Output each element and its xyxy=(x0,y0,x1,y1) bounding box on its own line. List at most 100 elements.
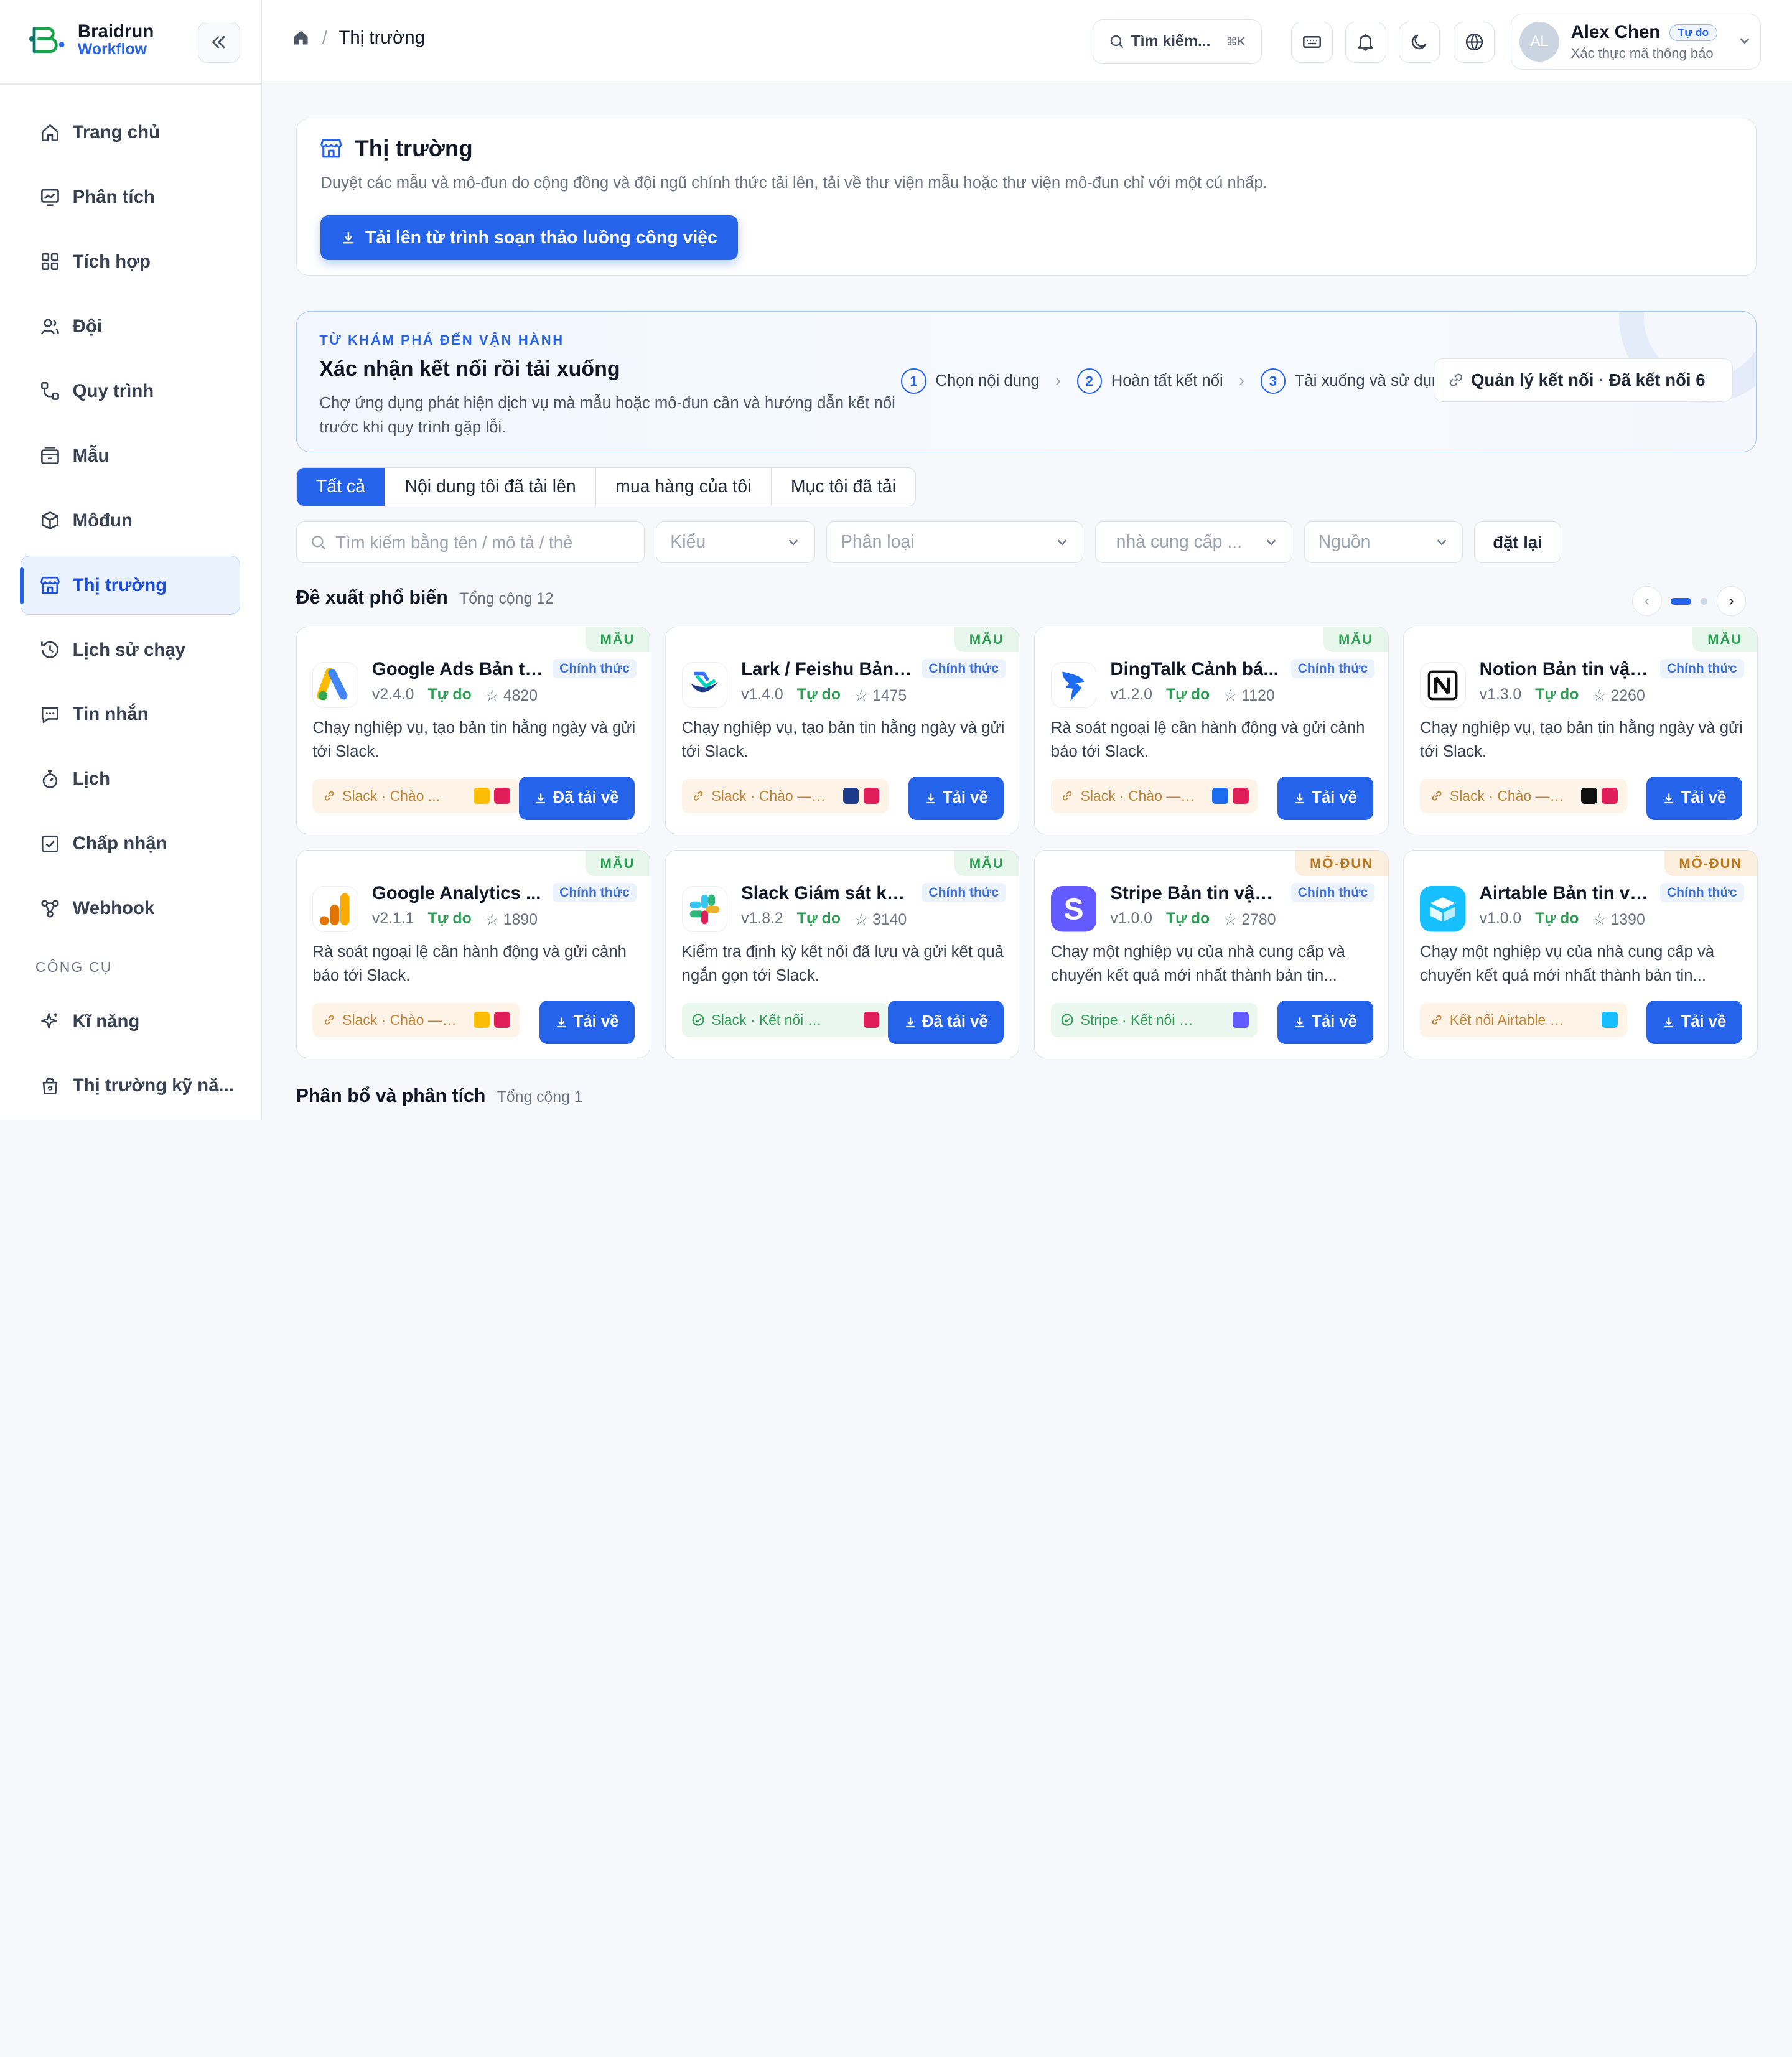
official-badge: Chính thức xyxy=(1290,882,1375,903)
marketplace-card[interactable]: MẪU Google Analytics ... Chính thức v2.1… xyxy=(296,850,651,1058)
sidebar-nav: Trang chủ Phân tích Tích hợp Đội Quy trì… xyxy=(20,103,240,1120)
discovery-flow-banner: TỪ KHÁM PHÁ ĐẾN VẬN HÀNH Xác nhận kết nố… xyxy=(296,310,1757,453)
star-icon: ☆ xyxy=(1223,911,1238,928)
sidebar-item-marketplace[interactable]: Thị trường xyxy=(20,555,240,615)
manage-connections-button[interactable]: Quản lý kết nối · Đã kết nối 6 xyxy=(1434,358,1734,402)
card-connection-status[interactable]: Kết nối Airtable trước xyxy=(1420,1002,1627,1037)
sidebar-item-skill-marketplace[interactable]: Thị trường kỹ nă... xyxy=(21,1056,240,1116)
tab-all[interactable]: Tất cả xyxy=(296,468,386,506)
link-icon xyxy=(324,791,334,801)
home-icon xyxy=(42,124,59,141)
chevron-down-icon xyxy=(1740,38,1749,44)
sidebar-item-label: Đội xyxy=(72,315,102,337)
card-connection-status[interactable]: Slack · Kết nối đã ... xyxy=(681,1002,889,1037)
card-meta: v1.0.0 Tự do ☆ 1390 xyxy=(1480,910,1645,929)
sidebar-item-run-history[interactable]: Lịch sử chạy xyxy=(21,620,240,680)
card-download-button[interactable]: Đã tải về xyxy=(518,777,635,820)
global-search-button[interactable]: Tìm kiếm... ⌘K xyxy=(1092,19,1262,64)
sidebar-item-schedule[interactable]: Lịch xyxy=(21,750,240,809)
upload-from-editor-button[interactable]: Tải lên từ trình soạn thảo luồng công vi… xyxy=(320,215,738,260)
official-badge: Chính thức xyxy=(1290,658,1375,679)
card-connection-status[interactable]: Slack · Chào — K... xyxy=(1420,778,1627,813)
card-download-button[interactable]: Tải về xyxy=(908,777,1004,820)
official-badge: Chính thức xyxy=(553,658,637,679)
card-download-button[interactable]: Đã tải về xyxy=(887,1001,1004,1044)
card-connection-status[interactable]: Slack · Chào — K... xyxy=(312,1002,520,1037)
app-root: Braidrun Workflow Trang chủ Phân tích Tí… xyxy=(0,0,1792,1120)
connector-icons xyxy=(474,1012,511,1028)
download-icon xyxy=(557,1017,566,1028)
marketplace-search-input[interactable]: Tìm kiếm bằng tên / mô tả / thẻ xyxy=(296,521,645,564)
carousel-next-button[interactable]: › xyxy=(1716,586,1747,616)
notifications-button[interactable] xyxy=(1345,21,1386,63)
sidebar-item-team[interactable]: Đội xyxy=(21,297,240,357)
braidrun-logo-icon xyxy=(29,27,65,54)
home-icon[interactable] xyxy=(291,28,310,47)
marketplace-card[interactable]: MẪU Google Ads Bản ti... Chính thức v2.4… xyxy=(296,626,651,834)
sidebar-item-modules[interactable]: Môđun xyxy=(21,491,240,551)
sidebar-item-integrations[interactable]: Tích hợp xyxy=(21,232,240,292)
card-description: Rà soát ngoại lệ cần hành động và gửi cả… xyxy=(312,943,627,985)
card-price: Tự do xyxy=(427,910,472,927)
card-meta: v2.4.0 Tự do ☆ 4820 xyxy=(372,686,538,705)
card-description: Chạy một nghiệp vụ của nhà cung cấp và c… xyxy=(1420,943,1715,985)
keyboard-shortcuts-button[interactable] xyxy=(1291,21,1333,63)
category-select[interactable]: Phân loại xyxy=(826,521,1084,564)
marketplace-card[interactable]: MẪU Slack Giám sát kết... Chính thức v1.… xyxy=(665,850,1020,1058)
marketplace-card[interactable]: MẪU Lark / Feishu Bản t... Chính thức v1… xyxy=(665,626,1020,834)
section-title: Đề xuất phổ biến xyxy=(296,587,448,609)
type-select[interactable]: Kiểu xyxy=(656,521,815,564)
sidebar-item-home[interactable]: Trang chủ xyxy=(21,103,240,162)
chevron-right-icon: › xyxy=(1055,372,1061,390)
card-download-button[interactable]: Tải về xyxy=(1277,1001,1373,1044)
marketplace-card[interactable]: MẪU Notion Bản tin vận... Chính thức v1.… xyxy=(1403,626,1758,834)
card-version: v1.8.2 xyxy=(741,910,783,927)
card-download-button[interactable]: Tải về xyxy=(1646,777,1742,820)
category-select-value: Phân loại xyxy=(840,532,915,552)
card-connection-status[interactable]: Slack · Chào — K... xyxy=(1050,778,1258,813)
card-download-button[interactable]: Tải về xyxy=(539,1001,635,1044)
collapse-sidebar-button[interactable] xyxy=(197,21,240,63)
sidebar-item-workflows[interactable]: Quy trình xyxy=(21,361,240,421)
user-menu[interactable]: AL Alex Chen Tự do Xác thực mã thông báo xyxy=(1511,14,1762,70)
template-icon xyxy=(41,447,60,465)
carousel-dot[interactable] xyxy=(1700,597,1707,605)
carousel-prev-button[interactable]: ‹ xyxy=(1631,586,1662,616)
card-download-button[interactable]: Tải về xyxy=(1277,777,1373,820)
marketplace-card[interactable]: MÔ-ĐUN S Stripe Bản tin vận ... Chính th… xyxy=(1034,850,1389,1058)
official-badge: Chính thức xyxy=(922,658,1006,679)
main-content: Thị trường Duyệt các mẫu và mô-đun do cộ… xyxy=(296,119,1758,1106)
card-connection-status[interactable]: Slack · Chào — K... xyxy=(681,778,889,813)
stripe-icon: S xyxy=(1050,886,1097,932)
tab-my-purchases[interactable]: mua hàng của tôi xyxy=(596,468,772,506)
sidebar-item-messages[interactable]: Tin nhắn xyxy=(21,685,240,745)
sidebar-item-label: Thị trường kỹ nă... xyxy=(72,1075,234,1096)
connector-mini-icon xyxy=(1602,1012,1618,1028)
sidebar-item-analytics[interactable]: Phân tích xyxy=(21,167,240,227)
tab-my-uploads[interactable]: Nội dung tôi đã tải lên xyxy=(385,468,596,506)
history-icon xyxy=(41,641,59,658)
reset-filters-button[interactable]: đặt lại xyxy=(1474,521,1561,564)
download-icon xyxy=(1664,1017,1674,1028)
sidebar-item-webhook[interactable]: Webhook xyxy=(21,879,240,939)
connector-icons xyxy=(1211,788,1249,805)
provider-select[interactable]: nhà cung cấp ... xyxy=(1094,521,1293,564)
card-connection-status[interactable]: Stripe · Kết nối đã sẵ... xyxy=(1050,1002,1258,1037)
brand[interactable]: Braidrun Workflow xyxy=(27,21,154,59)
source-select[interactable]: Nguồn xyxy=(1304,521,1463,564)
search-shortcut: ⌘K xyxy=(1226,35,1246,49)
sidebar-item-approvals[interactable]: Chấp nhận xyxy=(21,814,240,874)
sidebar-item-templates[interactable]: Mẫu xyxy=(21,426,240,486)
card-download-button[interactable]: Tải về xyxy=(1646,1001,1742,1044)
marketplace-card[interactable]: MÔ-ĐUN Airtable Bản tin vậ... Chính thức… xyxy=(1403,850,1758,1058)
workflow-icon xyxy=(41,382,60,401)
marketplace-card[interactable]: MẪU DingTalk Cảnh bá... Chính thức v1.2.… xyxy=(1034,626,1389,834)
tab-my-downloads[interactable]: Mục tôi đã tải xyxy=(772,468,916,505)
card-connection-status[interactable]: Slack · Chào ... xyxy=(312,778,520,813)
distribution-section-header: Phân bổ và phân tích Tổng cộng 1 xyxy=(296,1086,583,1107)
theme-toggle-button[interactable] xyxy=(1399,21,1440,63)
carousel-dot-active[interactable] xyxy=(1671,597,1692,605)
sidebar-item-skills[interactable]: Kĩ năng xyxy=(21,992,240,1052)
language-button[interactable] xyxy=(1454,21,1495,63)
connector-mini-icon xyxy=(1211,788,1228,805)
